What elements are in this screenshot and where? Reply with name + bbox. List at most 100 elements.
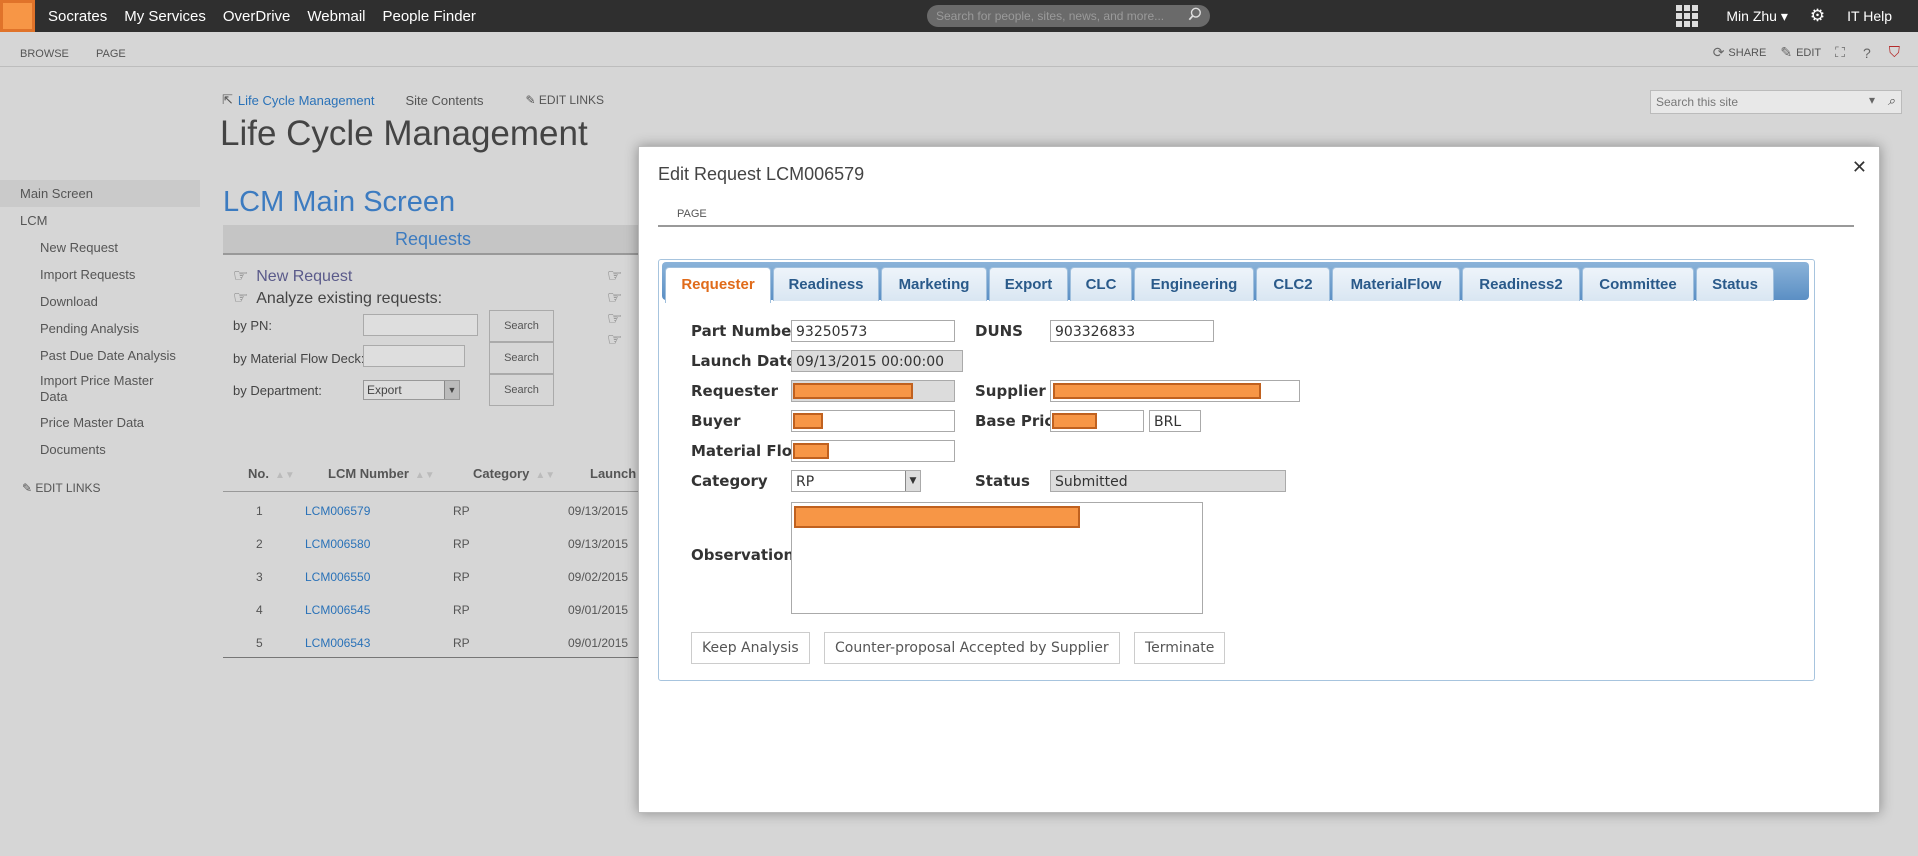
by-flow-label: by Material Flow Deck: [233, 351, 365, 366]
global-search-placeholder: Search for people, sites, news, and more… [936, 9, 1165, 23]
col-category[interactable]: Category ▲▼ [473, 466, 555, 481]
duns-input[interactable]: 903326833 [1050, 320, 1214, 342]
tab-readiness2[interactable]: Readiness2 [1462, 267, 1580, 301]
breadcrumb-home[interactable]: Life Cycle Management [238, 93, 375, 108]
new-request-link[interactable]: ☞ New Request [233, 266, 352, 286]
it-help-link[interactable]: IT Help [1847, 8, 1892, 24]
table-header: No. ▲▼ LCM Number ▲▼ Category ▲▼ Launch [223, 455, 643, 492]
global-search-input[interactable]: Search for people, sites, news, and more… [927, 5, 1210, 27]
requests-table: No. ▲▼ LCM Number ▲▼ Category ▲▼ Launch 1 L… [223, 455, 643, 658]
gear-icon[interactable]: ⚙ [1810, 6, 1825, 26]
share-button[interactable]: ⟳ SHARE [1713, 44, 1767, 61]
edit-links-top[interactable]: ✎ EDIT LINKS [526, 93, 605, 107]
duns-label: DUNS [975, 322, 1023, 340]
search-flow-button[interactable]: Search [489, 342, 554, 374]
nav-download[interactable]: Download [0, 288, 200, 315]
category-select[interactable]: RP ▼ [791, 470, 921, 492]
redacted-supplier [1053, 383, 1261, 399]
status-input: Submitted [1050, 470, 1286, 492]
pointing-hand-icon: ☞ [607, 266, 623, 285]
lcm-link[interactable]: LCM006543 [305, 636, 370, 650]
launch-date-label: Launch Date [691, 352, 797, 370]
suite-link-people-finder[interactable]: People Finder [382, 8, 475, 25]
nav-edit-links[interactable]: ✎ EDIT LINKS [0, 475, 200, 502]
col-launch[interactable]: Launch [590, 466, 636, 481]
tab-engineering[interactable]: Engineering [1134, 267, 1254, 301]
search-pn-button[interactable]: Search [489, 310, 554, 342]
material-flow-label: Material Flow [691, 442, 806, 460]
nav-import-requests[interactable]: Import Requests [0, 261, 200, 288]
keep-analysis-button[interactable]: Keep Analysis [691, 632, 810, 664]
sync-icon: ⟳ [1712, 44, 1725, 60]
lcm-link[interactable]: LCM006545 [305, 603, 370, 617]
nav-documents[interactable]: Documents [0, 436, 200, 463]
site-search-input[interactable]: Search this site ▾ ⌕ [1650, 90, 1902, 114]
ribbon-tab-page[interactable]: PAGE [96, 48, 126, 60]
counter-proposal-button[interactable]: Counter-proposal Accepted by Supplier [824, 632, 1120, 664]
suite-link-my-services[interactable]: My Services [124, 8, 206, 25]
site-search-placeholder: Search this site [1656, 95, 1739, 109]
currency-input[interactable]: BRL [1149, 410, 1201, 432]
nav-new-request[interactable]: New Request [0, 234, 200, 261]
part-number-label: Part Number [691, 322, 799, 340]
site-contents-link[interactable]: Site Contents [405, 93, 483, 108]
status-label: Status [975, 472, 1030, 490]
nav-price-master[interactable]: Price Master Data [0, 409, 200, 436]
flow-input[interactable] [363, 345, 465, 367]
tab-committee[interactable]: Committee [1582, 267, 1694, 301]
close-icon[interactable]: ✕ [1852, 157, 1867, 178]
shield-icon[interactable]: ⛉ [1889, 44, 1900, 61]
search-icon[interactable] [1188, 7, 1202, 21]
nav-main-screen[interactable]: Main Screen [0, 180, 200, 207]
pointing-hand-icon: ☞ [607, 330, 623, 349]
nav-pending-analysis[interactable]: Pending Analysis [0, 315, 200, 342]
pointing-hand-icon: ☞ [233, 266, 249, 285]
supplier-label: Supplier [975, 382, 1046, 400]
suite-right: Min Zhu ▾ ⚙ IT Help [1676, 0, 1918, 32]
ribbon-tab-browse[interactable]: BROWSE [20, 48, 69, 60]
buyer-label: Buyer [691, 412, 741, 430]
suite-nav: Socrates My Services OverDrive Webmail P… [48, 0, 493, 32]
search-icon[interactable]: ⌕ [1888, 93, 1895, 109]
suite-link-socrates[interactable]: Socrates [48, 8, 107, 25]
tab-status[interactable]: Status [1696, 267, 1774, 301]
col-lcm-number[interactable]: LCM Number ▲▼ [328, 466, 435, 481]
tab-clc[interactable]: CLC [1070, 267, 1132, 301]
focus-icon[interactable]: ⛶ [1835, 44, 1845, 61]
table-row: 2 LCM006580 RP 09/13/2015 [256, 537, 629, 551]
help-icon[interactable]: ? [1863, 45, 1871, 61]
col-no[interactable]: No. ▲▼ [248, 466, 295, 481]
tab-export[interactable]: Export [989, 267, 1068, 301]
tab-materialflow[interactable]: MaterialFlow [1332, 267, 1460, 301]
chevron-down-icon[interactable]: ▾ [1869, 93, 1875, 107]
suite-link-overdrive[interactable]: OverDrive [223, 8, 291, 25]
suite-link-webmail[interactable]: Webmail [307, 8, 365, 25]
search-dept-button[interactable]: Search [489, 374, 554, 406]
terminate-button[interactable]: Terminate [1134, 632, 1226, 664]
main-heading: LCM Main Screen [223, 186, 456, 218]
edit-button[interactable]: ✎ EDIT [1780, 44, 1821, 61]
user-menu[interactable]: Min Zhu ▾ [1726, 8, 1788, 25]
table-row: 4 LCM006545 RP 09/01/2015 [256, 603, 629, 617]
table-row: 3 LCM006550 RP 09/02/2015 [256, 570, 629, 584]
nav-lcm[interactable]: LCM [0, 207, 200, 234]
dept-select[interactable]: Export ▼ [363, 380, 460, 400]
redacted-observation [794, 506, 1080, 528]
nav-past-due[interactable]: Past Due Date Analysis [0, 342, 200, 369]
lcm-link[interactable]: LCM006580 [305, 537, 370, 551]
part-number-input[interactable]: 93250573 [791, 320, 955, 342]
tab-readiness[interactable]: Readiness [773, 267, 879, 301]
lcm-link[interactable]: LCM006550 [305, 570, 370, 584]
nav-import-price[interactable]: Import Price Master Data [0, 369, 160, 409]
tab-marketing[interactable]: Marketing [881, 267, 987, 301]
redacted-base-price [1052, 413, 1097, 429]
app-launcher-logo[interactable] [0, 0, 35, 32]
dialog-ribbon-tab-page[interactable]: PAGE [677, 208, 707, 220]
lcm-link[interactable]: LCM006579 [305, 504, 370, 518]
tab-clc2[interactable]: CLC2 [1256, 267, 1330, 301]
waffle-icon[interactable] [1676, 5, 1699, 27]
pn-input[interactable] [363, 314, 478, 336]
pointing-hand-icon: ☞ [607, 288, 623, 307]
tab-requester[interactable]: Requester [665, 267, 771, 303]
requests-bar: Requests [223, 225, 643, 255]
